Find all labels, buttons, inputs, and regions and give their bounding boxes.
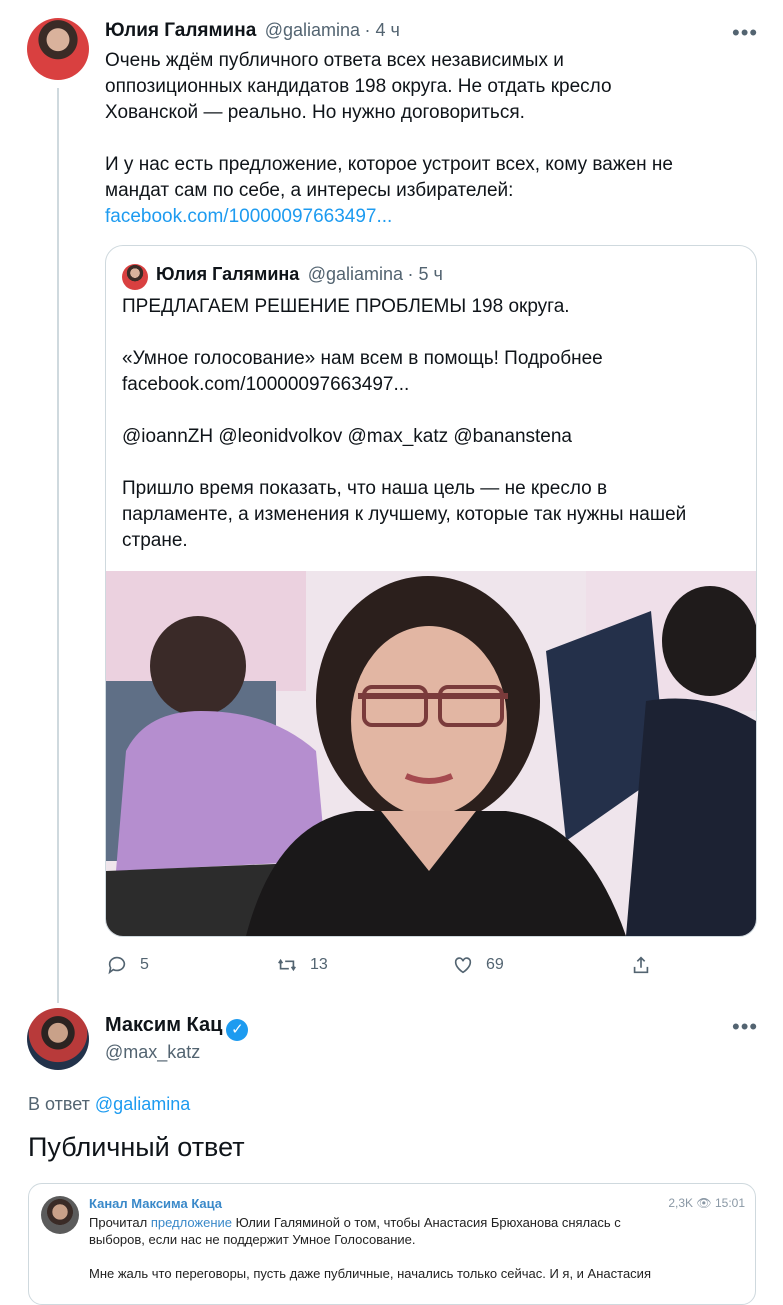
author-name[interactable]: Юлия Галямина: [105, 20, 256, 41]
retweet-button[interactable]: 13: [276, 954, 328, 976]
quote-time: · 5 ч: [407, 264, 443, 284]
like-button[interactable]: 69: [452, 954, 504, 976]
tweet-line: оппозиционных кандидатов 198 округа. Не …: [105, 76, 612, 97]
quote-line: facebook.com/10000097663497...: [122, 374, 410, 395]
post-link[interactable]: предложение: [151, 1215, 232, 1230]
author-name[interactable]: Максим Кац: [105, 1014, 222, 1036]
tweet-link[interactable]: facebook.com/10000097663497...: [105, 204, 755, 230]
quote-line: «Умное голосование» нам всем в помощь! П…: [122, 348, 603, 369]
reply-context: В ответ @galiamina: [28, 1094, 190, 1115]
views-count: 2,3K: [668, 1196, 694, 1210]
post-time: 15:01: [714, 1196, 745, 1210]
like-count: 69: [486, 956, 504, 973]
post-line-part: Прочитал: [89, 1215, 148, 1230]
post-line: выборов, если нас не поддержит Умное Гол…: [89, 1232, 416, 1247]
tweet-line: Хованской — реально. Но нужно договорить…: [105, 102, 525, 123]
quote-avatar: [122, 264, 148, 290]
tweet-line: Очень ждём публичного ответа всех незави…: [105, 50, 564, 71]
retweet-count: 13: [310, 956, 328, 973]
avatar-max-katz[interactable]: [27, 1008, 89, 1070]
tweet-header: Юлия Галямина @galiamina · 4 ч: [105, 20, 400, 42]
thread-line: [57, 88, 59, 1003]
quoted-tweet[interactable]: Юлия Галямина @galiamina · 5 ч ПРЕДЛАГАЕ…: [105, 245, 757, 937]
quote-author-name: Юлия Галямина: [156, 264, 300, 284]
tweet2-text: Публичный ответ: [28, 1132, 245, 1162]
tweet-line: И у нас есть предложение, которое устрои…: [105, 154, 673, 175]
quote-text: ПРЕДЛАГАЕМ РЕШЕНИЕ ПРОБЛЕМЫ 198 округа. …: [122, 294, 742, 554]
tweet-text: Очень ждём публичного ответа всех незави…: [105, 48, 755, 230]
post-line-part: Юлии Галяминой о том, чтобы Анастасия Бр…: [235, 1215, 621, 1230]
reply-to-link[interactable]: @galiamina: [95, 1094, 190, 1114]
quote-author-handle: @galiamina: [307, 264, 404, 284]
reply-prefix: В ответ: [28, 1094, 90, 1114]
share-icon: [633, 956, 649, 974]
quote-line: Пришло время показать, что наша цель — н…: [122, 478, 608, 499]
verified-icon: ✓: [226, 1019, 249, 1041]
retweet-icon: [278, 958, 296, 972]
telegram-screenshot[interactable]: Канал Максима Каца 2,3K 👁 15:01 Прочитал…: [28, 1183, 756, 1305]
channel-name: Канал Максима Каца: [89, 1196, 223, 1211]
quote-line: ПРЕДЛАГАЕМ РЕШЕНИЕ ПРОБЛЕМЫ 198 округа.: [122, 296, 570, 317]
author-handle[interactable]: @max_katz: [105, 1042, 200, 1063]
heart-icon: [454, 957, 472, 974]
reply-button[interactable]: 5: [106, 954, 149, 976]
channel-avatar: [41, 1196, 79, 1234]
post-meta: 2,3K 👁 15:01: [668, 1196, 745, 1210]
quote-line: парламенте, а изменения к лучшему, котор…: [122, 504, 687, 525]
tweet2-header: Максим Кац ✓: [105, 1014, 249, 1041]
tweet-line: мандат сам по себе, а интересы избирател…: [105, 180, 514, 201]
photo-illustration: [106, 571, 756, 936]
quote-mentions: @ioannZH @leonidvolkov @max_katz @banans…: [122, 426, 572, 447]
tweet-photo[interactable]: [106, 571, 756, 936]
tweet-time[interactable]: · 4 ч: [365, 20, 400, 40]
post-line: Прочитал предложение Юлии Галяминой о то…: [89, 1214, 739, 1231]
reply-count: 5: [140, 956, 149, 973]
more-icon[interactable]: •••: [732, 20, 758, 46]
quote-line: стране.: [122, 530, 188, 551]
quote-header: Юлия Галямина @galiamina · 5 ч: [156, 264, 443, 285]
eye-icon: 👁: [696, 1196, 712, 1210]
post-line: Мне жаль что переговоры, пусть даже публ…: [89, 1266, 651, 1281]
reply-icon: [108, 956, 126, 975]
post-text: Прочитал предложение Юлии Галяминой о то…: [89, 1214, 739, 1282]
share-button[interactable]: [630, 954, 652, 976]
avatar-galiamina[interactable]: [27, 18, 89, 80]
author-handle[interactable]: @galiamina: [265, 20, 360, 40]
more-icon[interactable]: •••: [732, 1014, 758, 1040]
